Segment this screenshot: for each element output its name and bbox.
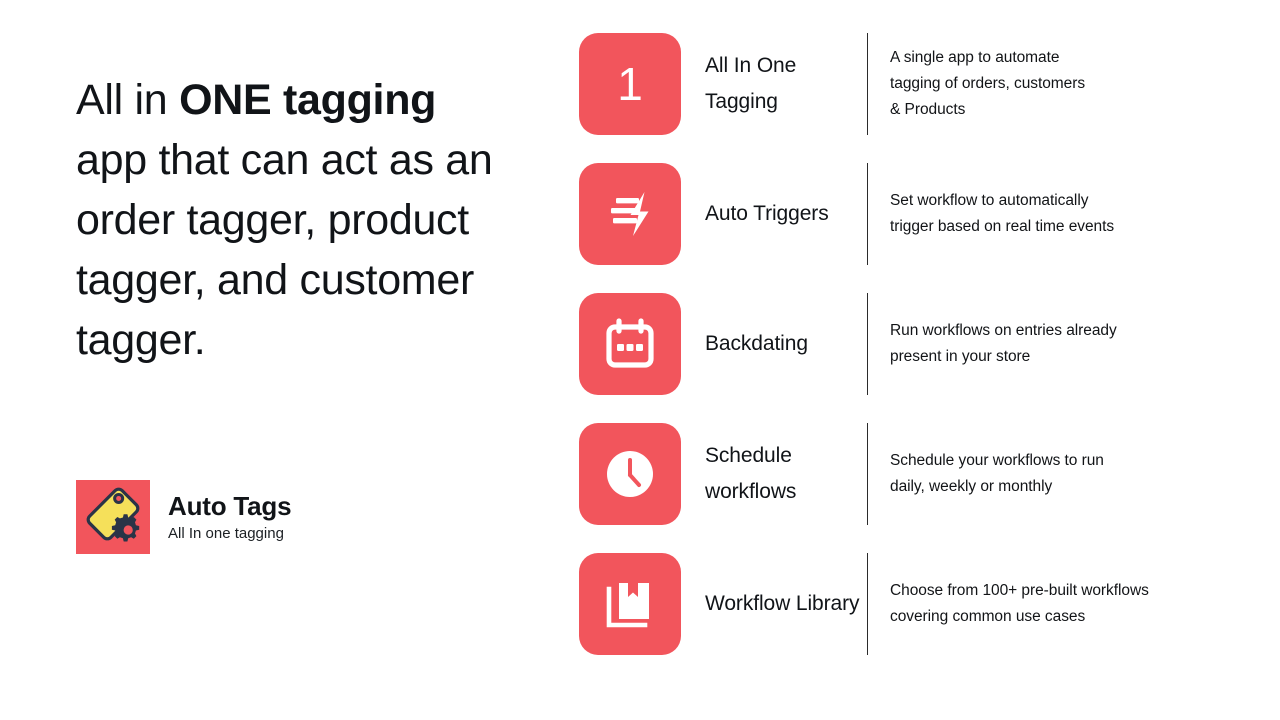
feature-title: Backdating [705,332,808,355]
feature-list: 1 All In One Tagging A single app to aut… [579,33,1239,655]
feature-description: Run workflows on entries already present… [890,293,1239,395]
slide-canvas: All in ONE tagging app that can act as a… [0,0,1280,720]
book-library-icon [579,553,681,655]
feature-desc-line: tagging of orders, customers [890,75,1086,92]
brand-name: Auto Tags [168,490,292,521]
feature-desc-line: & Products [890,101,966,118]
feature-row: Schedule workflows Schedule your workflo… [579,423,1239,525]
lightning-bars-icon [579,163,681,265]
feature-title: All In One Tagging [705,54,797,113]
clock-icon [579,423,681,525]
headline-block: All in ONE tagging app that can act as a… [76,70,516,370]
feature-divider [867,163,868,265]
feature-desc-line: Set workflow to automatically [890,192,1089,209]
feature-title: Workflow Library [705,592,860,615]
feature-desc-line: Run workflows on entries already [890,322,1117,339]
calendar-icon [579,293,681,395]
feature-desc-line: Choose from 100+ pre-built workflows [890,582,1149,599]
feature-description: Set workflow to automatically trigger ba… [890,163,1239,265]
feature-description: A single app to automate tagging of orde… [890,33,1239,135]
feature-divider [867,293,868,395]
feature-title: Schedule workflows [705,444,797,503]
feature-divider [867,423,868,525]
price-tag-gear-icon [76,480,150,554]
feature-divider [867,33,868,135]
brand-text-block: Auto Tags All In one tagging [168,490,292,545]
feature-divider [867,553,868,655]
feature-desc-line: A single app to automate [890,49,1060,66]
number-one-icon: 1 [579,33,681,135]
feature-desc-line: covering common use cases [890,608,1086,625]
feature-desc-line: daily, weekly or monthly [890,478,1053,495]
feature-row: Backdating Run workflows on entries alre… [579,293,1239,395]
feature-description: Choose from 100+ pre-built workflows cov… [890,553,1239,655]
headline-rest: app that can act as an order tagger, pro… [76,136,493,364]
feature-description: Schedule your workflows to run daily, we… [890,423,1239,525]
feature-row: Auto Triggers Set workflow to automatica… [579,163,1239,265]
feature-desc-line: present in your store [890,348,1031,365]
page-title: All in ONE tagging app that can act as a… [76,70,516,370]
feature-row: 1 All In One Tagging A single app to aut… [579,33,1239,135]
headline-part-one: All in [76,76,180,124]
feature-desc-line: Schedule your workflows to run [890,452,1104,469]
feature-desc-line: trigger based on real time events [890,218,1115,235]
brand-tagline: All In one tagging [168,524,284,542]
feature-badge-number: 1 [617,58,643,110]
brand-logo-lockup: Auto Tags All In one tagging [76,480,292,554]
headline-emphasis: ONE tagging [179,76,437,124]
feature-title: Auto Triggers [705,202,829,225]
feature-row: Workflow Library Choose from 100+ pre-bu… [579,553,1239,655]
